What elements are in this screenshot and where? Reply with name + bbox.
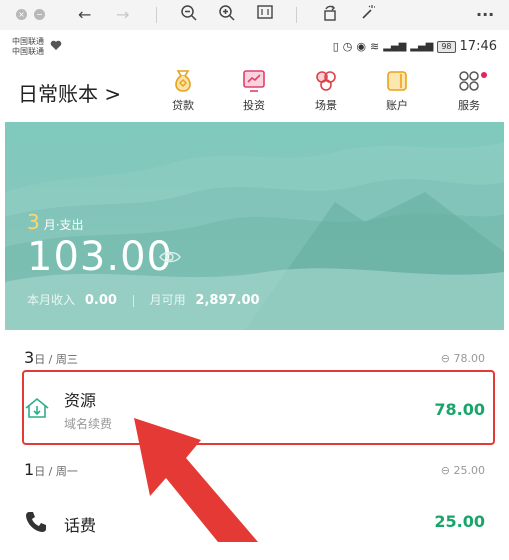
available-label: 月可用: [149, 293, 186, 307]
app-header: 日常账本 > 贷款 投资 场景 账户 服务: [0, 62, 509, 122]
nav-loan[interactable]: 贷款: [155, 68, 211, 113]
weekday-label: 日 / 周三: [34, 353, 78, 366]
nav-label: 投资: [243, 99, 265, 112]
highlight-box: [22, 370, 495, 445]
nav-label: 贷款: [172, 99, 194, 112]
wifi-icon: ≋: [369, 40, 380, 53]
nav-label: 服务: [458, 99, 480, 112]
divider: [132, 294, 134, 307]
day-number: 1: [24, 460, 35, 479]
heart-icon: [50, 40, 62, 50]
nav-service[interactable]: 服务: [441, 68, 497, 113]
rotate-icon[interactable]: [322, 4, 338, 28]
forward-icon[interactable]: →: [116, 4, 129, 26]
date-header: 3日 / 周三: [24, 348, 78, 367]
notification-dot: [481, 72, 487, 78]
clock: 17:46: [459, 39, 497, 54]
account-icon: [387, 71, 407, 91]
carrier-name: 中国联通: [12, 37, 44, 46]
nav-scene[interactable]: 场景: [298, 68, 354, 113]
list-item[interactable]: 话费 25.00: [0, 490, 509, 560]
eye-icon[interactable]: [159, 250, 181, 264]
income-value: 0.00: [84, 293, 117, 308]
vibrate-icon: ▯: [332, 40, 339, 53]
scene-icon: [316, 71, 336, 91]
carrier-name: 中国联通: [12, 47, 44, 56]
more-menu-icon[interactable]: ···: [476, 4, 494, 26]
nav-account[interactable]: 账户: [369, 68, 425, 113]
phone-icon: [26, 512, 46, 532]
income-label: 本月收入: [27, 293, 76, 307]
nav-label: 账户: [386, 99, 408, 112]
day-number: 3: [24, 348, 35, 367]
service-icon: [459, 71, 479, 91]
entry-category: 话费: [64, 516, 97, 535]
status-bar: 中国联通 中国联通 ▯ ◷ ◉ ≋ ▂▄▆ ▂▄▆ 98 17:46: [0, 30, 509, 62]
signal-icon: ▂▄▆: [383, 41, 407, 52]
eye-status-icon: ◉: [356, 40, 366, 53]
signal-icon: ▂▄▆: [410, 41, 434, 52]
day-total: ⊖ 78.00: [440, 352, 485, 365]
income-line: 本月收入 0.00 月可用 2,897.00: [27, 291, 260, 308]
close-tab-icon[interactable]: ×: [16, 9, 27, 20]
invest-icon: [243, 70, 265, 92]
stop-icon[interactable]: −: [34, 9, 45, 20]
loan-icon: [175, 70, 191, 92]
monthly-summary-banner: 3 月·支出 103.00 本月收入 0.00 月可用 2,897.00: [5, 122, 504, 330]
toolbar-divider: [296, 7, 297, 23]
alarm-icon: ◷: [342, 40, 353, 53]
magic-wand-icon[interactable]: [360, 4, 376, 26]
back-icon[interactable]: ←: [78, 4, 91, 26]
toolbar-divider: [156, 7, 157, 23]
nav-invest[interactable]: 投资: [226, 68, 282, 113]
month-line: 3 月·支出: [27, 210, 84, 234]
zoom-out-icon[interactable]: [180, 4, 198, 28]
battery-indicator: 98: [437, 40, 456, 53]
expense-amount: 103.00: [27, 234, 173, 280]
day-total: ⊖ 25.00: [440, 464, 485, 477]
weekday-label: 日 / 周一: [34, 465, 78, 478]
entry-amount: 25.00: [434, 512, 485, 531]
status-icons: ▯ ◷ ◉ ≋ ▂▄▆ ▂▄▆ 98 17:46: [333, 39, 497, 54]
month-number: 3: [27, 210, 40, 234]
fit-page-icon[interactable]: [257, 4, 273, 26]
ledger-title[interactable]: 日常账本 >: [18, 78, 121, 107]
date-header: 1日 / 周一: [24, 460, 78, 479]
available-value: 2,897.00: [195, 293, 260, 308]
nav-label: 场景: [315, 99, 337, 112]
browser-toolbar: × − ← → ···: [0, 0, 509, 30]
month-expense-label: 月·支出: [43, 218, 84, 232]
zoom-in-icon[interactable]: [218, 4, 236, 28]
